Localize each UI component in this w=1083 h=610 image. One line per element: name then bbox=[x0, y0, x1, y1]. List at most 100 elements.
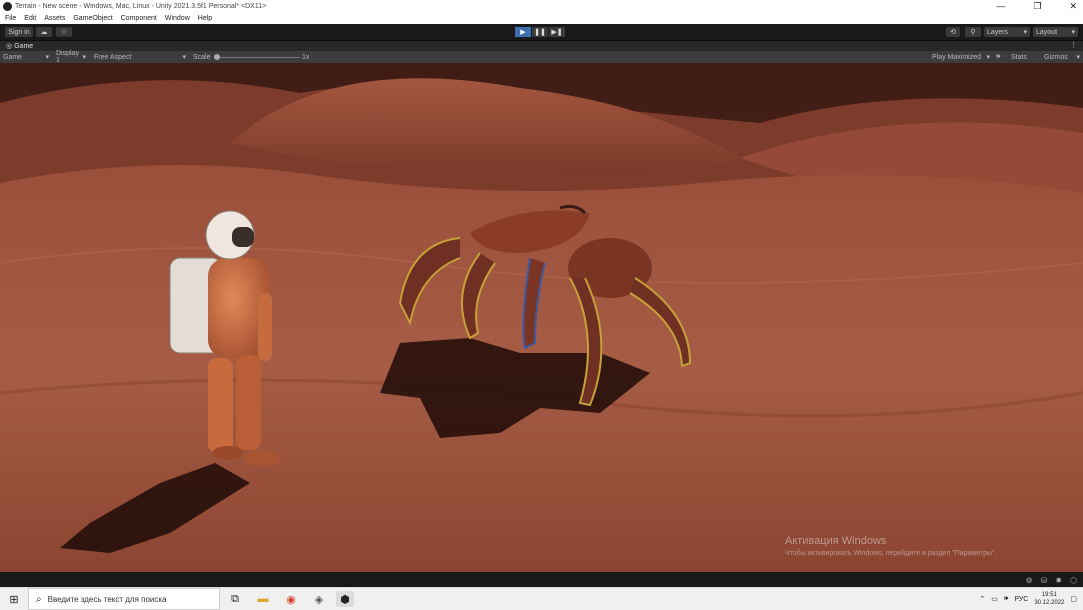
start-button[interactable]: ⊞ bbox=[0, 588, 28, 610]
layers-dropdown[interactable]: Layers ▾ bbox=[984, 27, 1030, 37]
clock[interactable]: 19:51 30.12.2022 bbox=[1034, 591, 1064, 607]
step-button[interactable]: ▶❚ bbox=[549, 27, 565, 37]
activation-title: Активация Windows bbox=[785, 535, 887, 547]
status-icons: ⚙ ⛁ ✹ ⬡ bbox=[1025, 576, 1077, 585]
menu-assets[interactable]: Assets bbox=[44, 15, 65, 22]
game-view-controlbar: Game ▾ Display 1 ▾ Free Aspect ▾ Scale 1… bbox=[0, 50, 1083, 64]
app-button[interactable]: ◈ bbox=[310, 591, 328, 607]
gizmos-dropdown[interactable]: Gizmos ▾ bbox=[1044, 52, 1080, 62]
unity-statusbar: ⚙ ⛁ ✹ ⬡ bbox=[0, 572, 1083, 587]
windows-activation-watermark: Активация Windows Чтобы активировать Win… bbox=[785, 535, 996, 557]
step-icon: ▶❚ bbox=[551, 29, 563, 36]
notifications-icon[interactable]: ▢ bbox=[1070, 595, 1077, 603]
layout-label: Layout bbox=[1036, 28, 1058, 36]
cloud-button[interactable]: ☁ bbox=[36, 27, 52, 37]
bug-icon[interactable]: ✹ bbox=[1055, 576, 1062, 585]
collab-button[interactable]: ☆ bbox=[56, 27, 72, 37]
chevron-down-icon: ▾ bbox=[82, 54, 86, 61]
stats-button[interactable]: Stats bbox=[1011, 52, 1027, 62]
gizmos-label: Gizmos bbox=[1044, 53, 1068, 61]
main-toolbar: Sign in ☁ ☆ ▶ ❚❚ ▶❚ ⟲ ⚲ Layers ▾ Layout … bbox=[0, 24, 1083, 41]
pause-icon: ❚❚ bbox=[534, 29, 546, 36]
cache-icon[interactable]: ⛁ bbox=[1041, 576, 1048, 585]
language-indicator[interactable]: РУС bbox=[1014, 596, 1028, 603]
menu-component[interactable]: Component bbox=[121, 15, 157, 22]
tab-game[interactable]: ◎ Game bbox=[2, 41, 37, 51]
astronaut-arm bbox=[258, 293, 272, 361]
folder-icon: ▬ bbox=[257, 593, 269, 605]
game-dropdown[interactable]: Game ▾ bbox=[3, 52, 49, 62]
layers-label: Layers bbox=[987, 28, 1009, 36]
aspect-dropdown-label: Free Aspect bbox=[94, 53, 132, 61]
search-icon: ⌕ bbox=[36, 593, 42, 605]
menu-help[interactable]: Help bbox=[198, 15, 212, 22]
clock-date: 30.12.2022 bbox=[1034, 600, 1065, 606]
game-app-icon: ◈ bbox=[314, 593, 324, 606]
play-maximized-dropdown[interactable]: Play Maximized ▾ bbox=[932, 52, 990, 62]
taskbar-search-box[interactable]: ⌕ Введите здесь текст для поиска bbox=[28, 588, 220, 610]
menu-edit[interactable]: Edit bbox=[24, 15, 36, 22]
play-button[interactable]: ▶ bbox=[515, 27, 531, 37]
window-controls: — ❐ ✕ bbox=[996, 0, 1077, 12]
sign-in-label: Sign in bbox=[8, 28, 30, 36]
tray-chevron-icon[interactable]: ⌃ bbox=[979, 595, 985, 603]
windows-logo-icon: ⊞ bbox=[9, 593, 19, 606]
panel-tabbar: ◎ Game ⋮ bbox=[0, 41, 1083, 51]
chevron-down-icon: ▾ bbox=[1023, 29, 1027, 36]
close-button[interactable]: ✕ bbox=[1069, 1, 1077, 12]
minimize-button[interactable]: — bbox=[996, 1, 1005, 11]
cloud-icon: ☁ bbox=[40, 29, 48, 36]
scale-slider-track[interactable] bbox=[218, 57, 300, 58]
scale-value: 1x bbox=[302, 53, 310, 61]
collab-status-icon[interactable]: ⬡ bbox=[1070, 576, 1077, 585]
unity-taskbar-button[interactable]: ⬢ bbox=[336, 591, 354, 607]
progress-icon[interactable]: ⚙ bbox=[1025, 576, 1032, 585]
aspect-dropdown[interactable]: Free Aspect ▾ bbox=[94, 52, 186, 62]
panel-menu-icon[interactable]: ⋮ bbox=[1070, 41, 1077, 49]
search-button[interactable]: ⚲ bbox=[965, 27, 981, 37]
audio-mute-icon[interactable]: 🕪 bbox=[996, 52, 1000, 62]
volume-icon[interactable]: 🕪 bbox=[1004, 595, 1008, 603]
chevron-down-icon: ▾ bbox=[182, 54, 186, 61]
layout-dropdown[interactable]: Layout ▾ bbox=[1033, 27, 1078, 37]
sign-in-button[interactable]: Sign in bbox=[5, 27, 33, 37]
window-title: Terrain - New scene - Windows, Mac, Linu… bbox=[15, 2, 267, 10]
play-maximized-label: Play Maximized bbox=[932, 53, 982, 61]
astronaut-boot bbox=[244, 450, 280, 466]
chevron-down-icon: ▾ bbox=[1076, 54, 1080, 61]
task-view-button[interactable]: ⧉ bbox=[226, 591, 244, 607]
pause-button[interactable]: ❚❚ bbox=[532, 27, 548, 37]
menu-window[interactable]: Window bbox=[165, 15, 190, 22]
chevron-down-icon: ▾ bbox=[986, 54, 990, 61]
windows-taskbar: ⊞ ⌕ Введите здесь текст для поиска ⧉ ▬ ◉… bbox=[0, 587, 1083, 610]
astronaut-leg-left bbox=[208, 358, 233, 453]
game-viewport[interactable]: Активация Windows Чтобы активировать Win… bbox=[0, 63, 1083, 572]
chevron-down-icon: ▾ bbox=[1071, 29, 1075, 36]
astronaut-boot bbox=[212, 446, 244, 460]
game-scene bbox=[0, 63, 1083, 572]
file-explorer-button[interactable]: ▬ bbox=[254, 591, 272, 607]
scale-slider-handle[interactable] bbox=[214, 54, 220, 60]
unity-icon: ⬢ bbox=[340, 593, 350, 606]
clock-time: 19:51 bbox=[1041, 592, 1057, 598]
network-icon[interactable]: ▭ bbox=[991, 595, 998, 603]
history-icon: ⟲ bbox=[950, 29, 956, 36]
chrome-button[interactable]: ◉ bbox=[282, 591, 300, 607]
star-icon: ☆ bbox=[60, 29, 68, 36]
tab-game-label: Game bbox=[14, 42, 34, 50]
astronaut-leg-right bbox=[236, 355, 261, 450]
menu-gameobject[interactable]: GameObject bbox=[73, 15, 112, 22]
restore-button[interactable]: ❐ bbox=[1033, 1, 1041, 12]
menu-file[interactable]: File bbox=[5, 15, 16, 22]
display-dropdown[interactable]: Display 1 ▾ bbox=[56, 50, 86, 64]
task-view-icon: ⧉ bbox=[231, 592, 239, 605]
play-icon: ▶ bbox=[520, 29, 526, 36]
menu-bar: File Edit Assets GameObject Component Wi… bbox=[0, 12, 1083, 24]
stats-label: Stats bbox=[1011, 53, 1027, 61]
chrome-icon: ◉ bbox=[286, 593, 296, 606]
unity-logo-icon bbox=[3, 1, 12, 11]
activation-subtitle: Чтобы активировать Windows, перейдите в … bbox=[785, 550, 997, 557]
search-icon: ⚲ bbox=[970, 29, 976, 36]
chevron-down-icon: ▾ bbox=[45, 54, 49, 61]
history-button[interactable]: ⟲ bbox=[946, 27, 960, 37]
